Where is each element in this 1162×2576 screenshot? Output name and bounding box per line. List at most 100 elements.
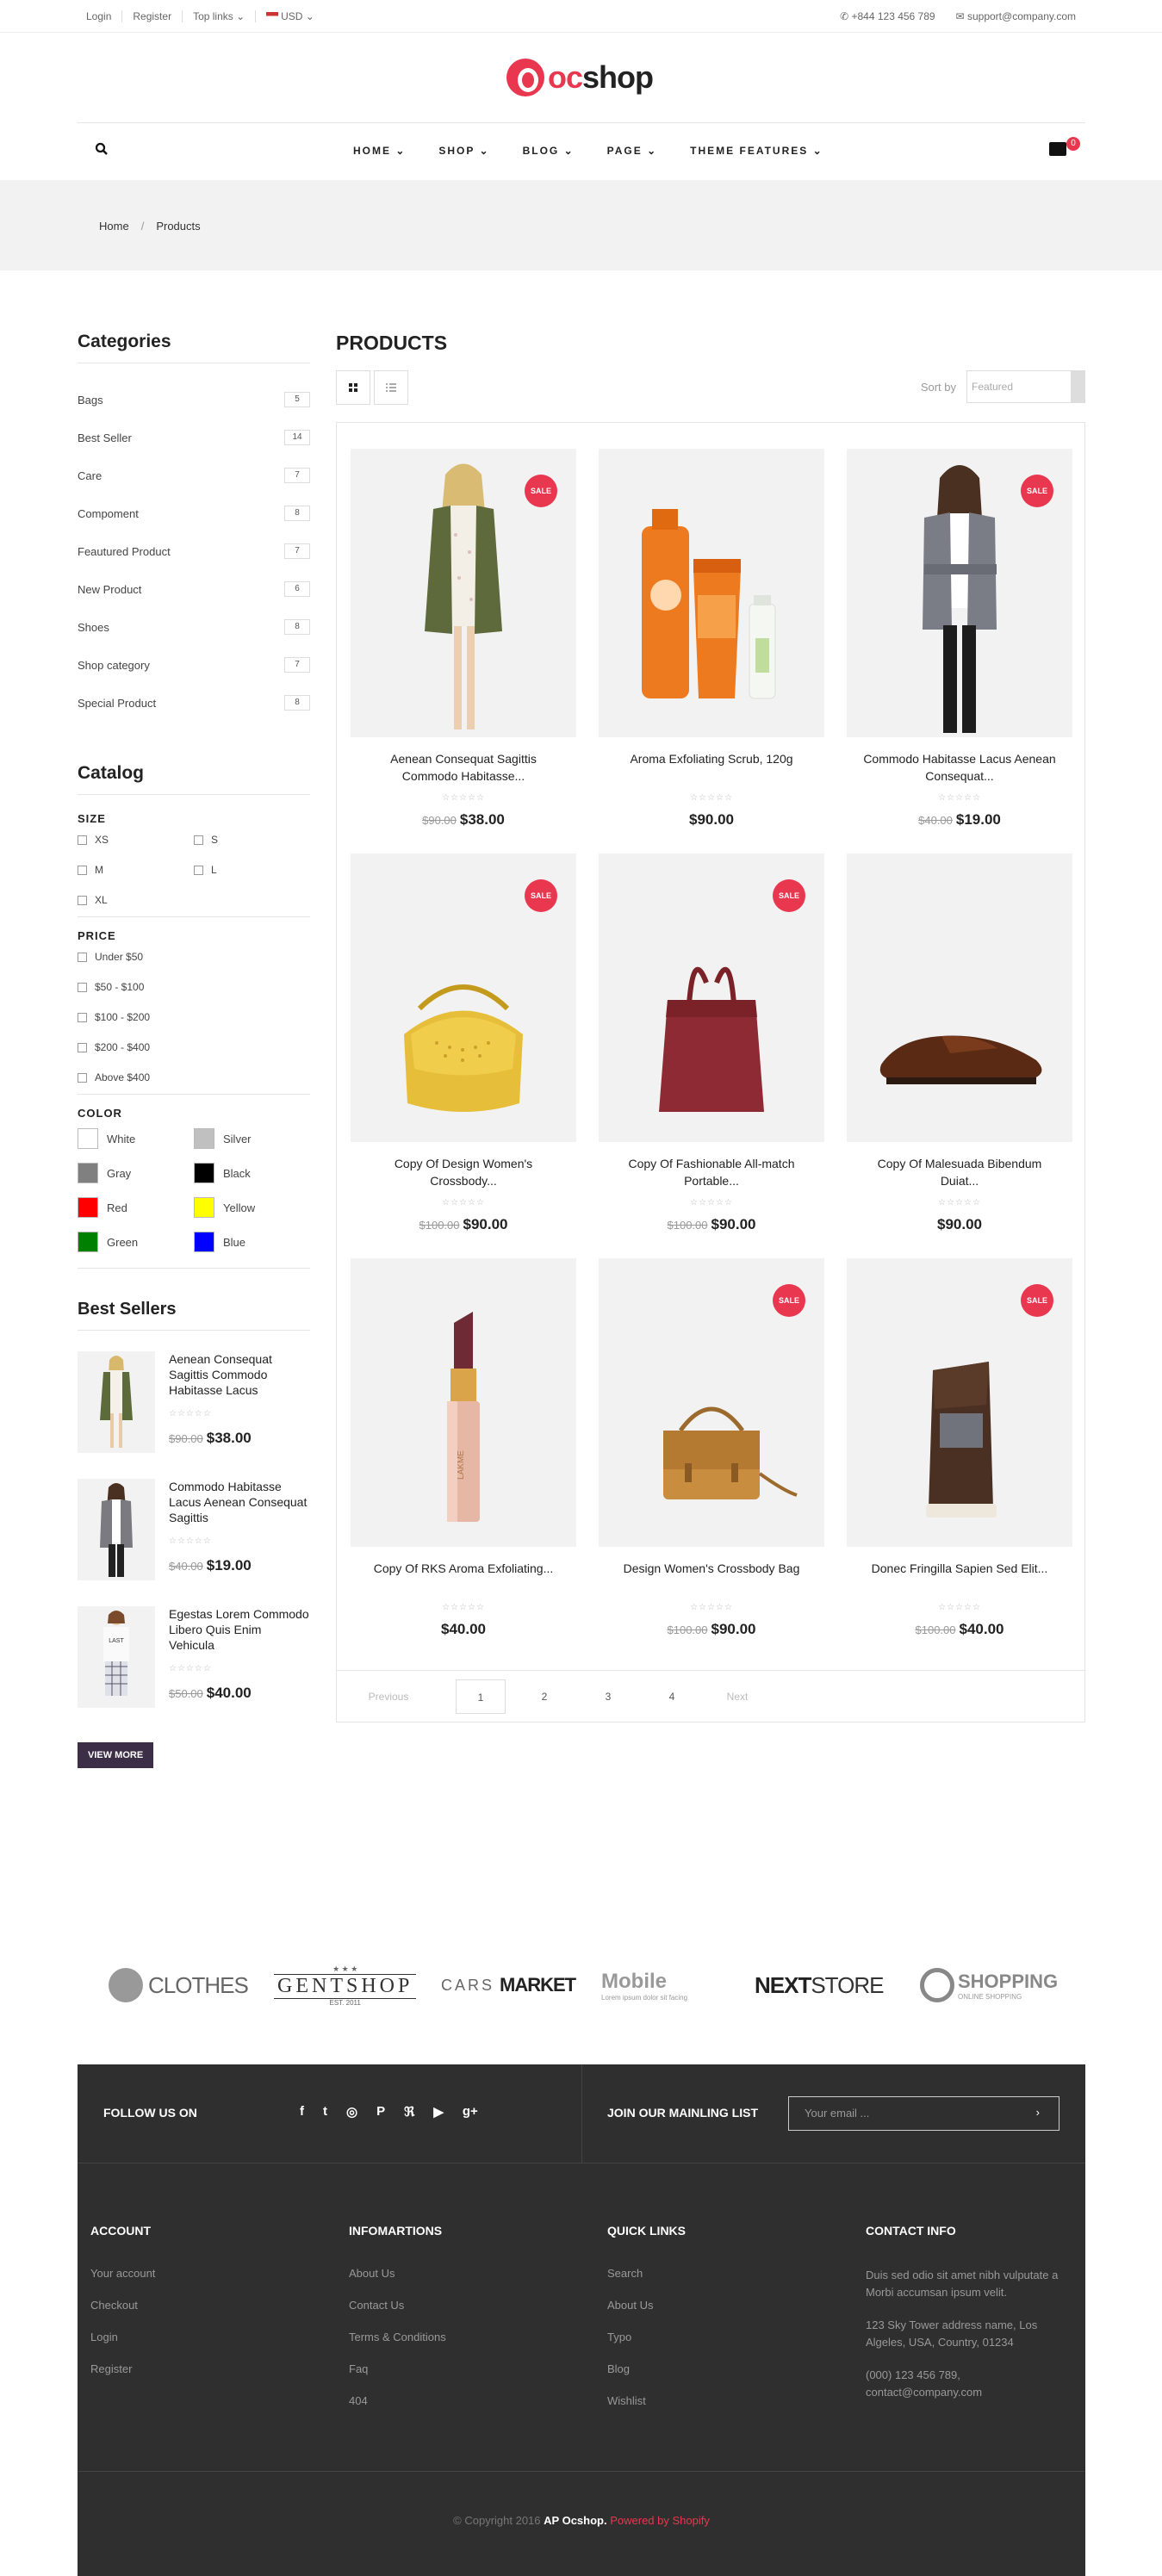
bestseller-name[interactable]: Egestas Lorem Commodo Libero Quis Enim V…: [169, 1606, 310, 1653]
product-name[interactable]: Design Women's Crossbody Bag: [599, 1560, 824, 1594]
google-plus-icon[interactable]: g+: [463, 2104, 478, 2120]
product-name[interactable]: Commodo Habitasse Lacus Aenean Consequat…: [847, 750, 1072, 785]
rss-icon[interactable]: ℜ: [404, 2104, 414, 2120]
site-logo[interactable]: oc shop: [506, 59, 654, 96]
checkbox[interactable]: [78, 982, 87, 992]
footer-link[interactable]: 404: [349, 2394, 590, 2407]
category-item[interactable]: Special Product 8: [78, 684, 310, 722]
list-view-button[interactable]: [374, 370, 408, 405]
bestseller-name[interactable]: Aenean Consequat Sagittis Commodo Habita…: [169, 1351, 310, 1398]
product-image[interactable]: [847, 853, 1072, 1142]
bestseller-image[interactable]: LAST: [78, 1606, 155, 1708]
product-name[interactable]: Aroma Exfoliating Scrub, 120g: [599, 750, 824, 785]
bestseller-item[interactable]: Commodo Habitasse Lacus Aenean Consequat…: [78, 1479, 310, 1580]
product-card[interactable]: Aroma Exfoliating Scrub, 120g ☆☆☆☆☆ $90.00: [599, 449, 824, 829]
email-info[interactable]: ✉ support@company.com: [956, 10, 1076, 22]
footer-link[interactable]: Search: [607, 2267, 848, 2280]
checkbox[interactable]: [78, 895, 87, 905]
product-card[interactable]: SALE Aenean Consequat Sagittis Commodo Ha…: [351, 449, 576, 829]
category-item[interactable]: Bags 5: [78, 381, 310, 419]
product-image[interactable]: SALE: [599, 1258, 824, 1547]
category-item[interactable]: Care 7: [78, 456, 310, 494]
product-card[interactable]: SALE Donec Fringilla Sapien Sed Elit... ☆☆…: [847, 1258, 1072, 1638]
bestseller-item[interactable]: Aenean Consequat Sagittis Commodo Habita…: [78, 1351, 310, 1453]
product-name[interactable]: Aenean Consequat Sagittis Commodo Habita…: [351, 750, 576, 785]
breadcrumb-home[interactable]: Home: [99, 220, 129, 233]
product-card[interactable]: SALE Copy Of Design Women's Crossbody... ☆…: [351, 853, 576, 1233]
price-option[interactable]: $200 - $400: [78, 1041, 310, 1053]
pager-page-2[interactable]: 2: [519, 1679, 569, 1714]
footer-link[interactable]: Faq: [349, 2362, 590, 2375]
product-name[interactable]: Copy Of RKS Aroma Exfoliating...: [351, 1560, 576, 1594]
brand-gentshop[interactable]: ★ ★ ★ GENTSHOP EST. 2011: [274, 1959, 417, 2011]
login-link[interactable]: Login: [86, 10, 123, 22]
currency-dropdown[interactable]: USD ⌄: [256, 10, 325, 22]
product-image[interactable]: [599, 449, 824, 737]
category-item[interactable]: Feautured Product 7: [78, 532, 310, 570]
size-option[interactable]: XS: [78, 834, 194, 846]
bestseller-name[interactable]: Commodo Habitasse Lacus Aenean Consequat…: [169, 1479, 310, 1525]
chevron-right-icon[interactable]: ›: [1036, 2106, 1040, 2119]
facebook-icon[interactable]: f: [300, 2104, 304, 2120]
cart-icon[interactable]: 0: [1049, 137, 1080, 156]
category-item[interactable]: Best Seller 14: [78, 419, 310, 456]
size-option[interactable]: S: [194, 834, 310, 846]
instagram-icon[interactable]: ◎: [346, 2104, 357, 2120]
register-link[interactable]: Register: [122, 10, 183, 22]
checkbox[interactable]: [78, 952, 87, 962]
product-image[interactable]: SALE: [351, 449, 576, 737]
category-item[interactable]: New Product 6: [78, 570, 310, 608]
price-option[interactable]: Above $400: [78, 1071, 310, 1083]
bestseller-image[interactable]: [78, 1479, 155, 1580]
nav-home[interactable]: HOME ⌄: [353, 145, 406, 157]
product-name[interactable]: Copy Of Malesuada Bibendum Duiat...: [847, 1155, 1072, 1189]
color-option[interactable]: White: [78, 1128, 194, 1149]
nav-blog[interactable]: BLOG ⌄: [523, 145, 575, 157]
color-swatch[interactable]: [78, 1197, 98, 1218]
footer-link[interactable]: About Us: [349, 2267, 590, 2280]
bestseller-item[interactable]: LAST Egestas Lorem Commodo Libero Quis En…: [78, 1606, 310, 1708]
checkbox[interactable]: [194, 865, 203, 875]
size-option[interactable]: XL: [78, 894, 194, 906]
youtube-icon[interactable]: ▶: [433, 2104, 444, 2120]
color-option[interactable]: Gray: [78, 1163, 194, 1183]
product-card[interactable]: LAKME Copy Of RKS Aroma Exfoliating... ☆☆☆…: [351, 1258, 576, 1638]
footer-link[interactable]: Blog: [607, 2362, 848, 2375]
brand-clothes[interactable]: CLOTHES: [109, 1959, 249, 2011]
product-card[interactable]: SALE Commodo Habitasse Lacus Aenean Conse…: [847, 449, 1072, 829]
newsletter-email-input[interactable]: Your email ... ›: [788, 2096, 1059, 2131]
pager-next[interactable]: Next: [716, 1679, 759, 1714]
color-swatch[interactable]: [194, 1232, 214, 1252]
color-swatch[interactable]: [78, 1232, 98, 1252]
product-card[interactable]: SALE Design Women's Crossbody Bag ☆☆☆☆☆ $10…: [599, 1258, 824, 1638]
color-option[interactable]: Yellow: [194, 1197, 310, 1218]
footer-link[interactable]: Terms & Conditions: [349, 2331, 590, 2343]
footer-link[interactable]: Contact Us: [349, 2299, 590, 2312]
checkbox[interactable]: [194, 835, 203, 845]
footer-link[interactable]: Your account: [90, 2267, 332, 2280]
grid-view-button[interactable]: [336, 370, 370, 405]
category-item[interactable]: Shop category 7: [78, 646, 310, 684]
nav-page[interactable]: PAGE ⌄: [607, 145, 658, 157]
color-swatch[interactable]: [194, 1163, 214, 1183]
color-swatch[interactable]: [194, 1128, 214, 1149]
category-item[interactable]: Compoment 8: [78, 494, 310, 532]
product-image[interactable]: SALE: [351, 853, 576, 1142]
brand-cars-market[interactable]: CARS MARKET: [441, 1959, 576, 2011]
color-option[interactable]: Black: [194, 1163, 310, 1183]
product-card[interactable]: SALE Copy Of Fashionable All-match Portab…: [599, 853, 824, 1233]
price-option[interactable]: Under $50: [78, 951, 310, 963]
pinterest-icon[interactable]: P: [376, 2104, 385, 2120]
product-image[interactable]: LAKME: [351, 1258, 576, 1547]
color-swatch[interactable]: [78, 1128, 98, 1149]
size-option[interactable]: L: [194, 864, 310, 876]
color-option[interactable]: Blue: [194, 1232, 310, 1252]
checkbox[interactable]: [78, 1072, 87, 1083]
product-name[interactable]: Copy Of Fashionable All-match Portable..…: [599, 1155, 824, 1189]
checkbox[interactable]: [78, 1042, 87, 1052]
checkbox[interactable]: [78, 1012, 87, 1022]
footer-link[interactable]: Register: [90, 2362, 332, 2375]
product-name[interactable]: Donec Fringilla Sapien Sed Elit...: [847, 1560, 1072, 1594]
category-item[interactable]: Shoes 8: [78, 608, 310, 646]
twitter-icon[interactable]: t: [323, 2104, 327, 2120]
